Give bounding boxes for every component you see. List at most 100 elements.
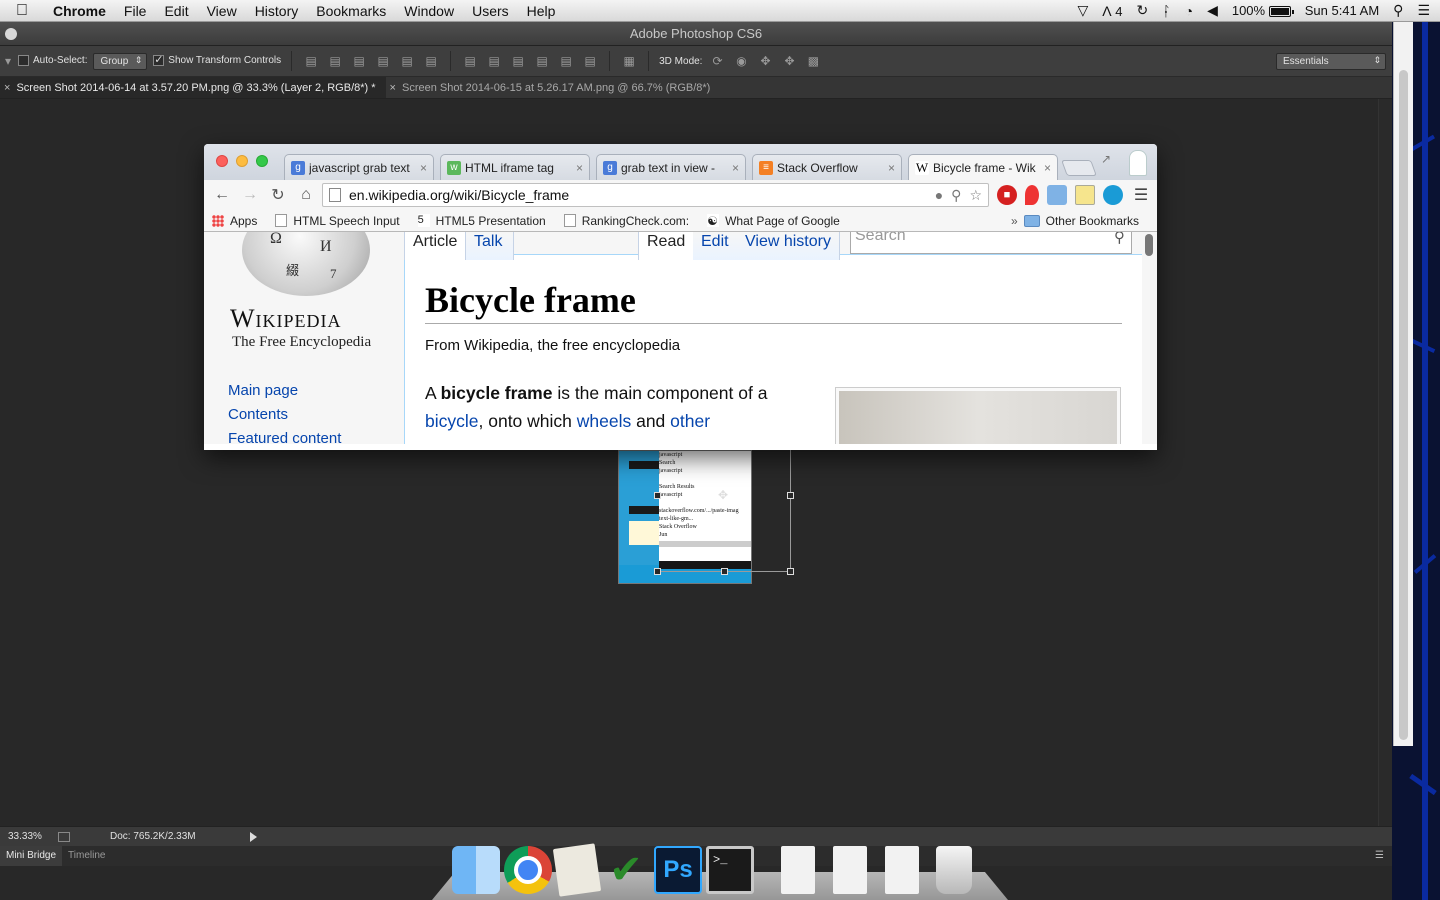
other-bookmarks[interactable]: Other Bookmarks xyxy=(1023,214,1139,228)
zoom-window-button[interactable] xyxy=(256,155,268,167)
adblock-icon[interactable]: ■ xyxy=(997,185,1017,205)
bookmark-item[interactable]: ☯ What Page of Google xyxy=(707,214,840,228)
distribute-hcenter-icon[interactable]: ▤ xyxy=(557,53,575,69)
document-stack-icon[interactable] xyxy=(781,846,815,894)
wiki-search-input[interactable]: Search ⚲ xyxy=(850,232,1132,254)
background-window-scrollbar[interactable] xyxy=(1393,22,1413,746)
proof-icon[interactable] xyxy=(58,831,70,842)
menu-app-name[interactable]: Chrome xyxy=(44,0,115,22)
bookmark-apps[interactable]: Apps xyxy=(212,214,257,228)
menu-help[interactable]: Help xyxy=(518,0,565,22)
close-window-button[interactable] xyxy=(216,155,228,167)
forward-icon[interactable]: → xyxy=(238,186,262,204)
task-checkmark-icon[interactable]: ✔ xyxy=(602,846,650,894)
wikipedia-globe-logo[interactable]: Ω И 綴 7 xyxy=(242,232,370,296)
align-bottom-icon[interactable]: ▤ xyxy=(350,53,368,69)
browser-tab-active[interactable]: W Bicycle frame - Wik × xyxy=(908,154,1058,180)
fullscreen-icon[interactable]: ↗ xyxy=(1101,152,1111,166)
tool-preset-icon[interactable]: ▾ xyxy=(4,53,12,69)
close-tab-icon[interactable]: × xyxy=(576,161,583,175)
browser-tab[interactable]: g javascript grab text × xyxy=(284,154,434,180)
finder-icon[interactable] xyxy=(452,846,500,894)
time-machine-icon[interactable]: ↻ xyxy=(1136,2,1148,19)
address-bar[interactable]: en.wikipedia.org/wiki/Bicycle_frame ● ⚲ … xyxy=(322,183,989,207)
search-icon[interactable]: ⚲ xyxy=(1114,232,1125,245)
page-scrollbar-thumb[interactable] xyxy=(1145,234,1153,256)
adobe-updates[interactable]: Λ 4 xyxy=(1102,3,1122,19)
nav-main-page[interactable]: Main page xyxy=(228,382,298,399)
document-image[interactable]: javascript Search javascript Search Resu… xyxy=(618,450,752,584)
tab-read[interactable]: Read xyxy=(638,232,695,260)
tab-mini-bridge[interactable]: Mini Bridge xyxy=(0,846,63,866)
extension-pin-icon[interactable] xyxy=(1025,185,1039,205)
clock[interactable]: Sun 5:41 AM xyxy=(1305,3,1379,18)
menu-bookmarks[interactable]: Bookmarks xyxy=(307,0,395,22)
zoom-icon[interactable]: ⚲ xyxy=(951,187,961,204)
nav-featured-content[interactable]: Featured content xyxy=(228,430,341,444)
wifi-icon[interactable]: ◔ xyxy=(1185,3,1193,19)
terminal-icon[interactable]: >_ xyxy=(706,846,754,894)
close-tab-icon[interactable]: × xyxy=(732,161,739,175)
apple-icon[interactable]:  xyxy=(0,2,44,20)
3d-rotate-icon[interactable]: ⟳ xyxy=(708,53,726,69)
link-wheels[interactable]: wheels xyxy=(577,411,631,431)
tab-talk[interactable]: Talk xyxy=(466,232,514,260)
chrome-icon[interactable] xyxy=(504,846,552,894)
browser-tab[interactable]: ≡ Stack Overflow × xyxy=(752,154,902,180)
zoom-level[interactable]: 33.33% xyxy=(0,831,52,842)
window-close-button[interactable] xyxy=(5,28,17,40)
notification-bell-icon[interactable]: ▽ xyxy=(1077,2,1088,19)
close-tab-icon[interactable]: × xyxy=(390,77,396,98)
bookmark-item[interactable]: HTML Speech Input xyxy=(275,214,400,228)
bookmark-star-icon[interactable]: ☆ xyxy=(969,187,982,204)
close-tab-icon[interactable]: × xyxy=(420,161,427,175)
distribute-vcenter-icon[interactable]: ▤ xyxy=(485,53,503,69)
transform-handle[interactable] xyxy=(787,568,794,575)
menu-file[interactable]: File xyxy=(115,0,156,22)
align-left-icon[interactable]: ▤ xyxy=(374,53,392,69)
menu-edit[interactable]: Edit xyxy=(155,0,197,22)
bookmark-item[interactable]: RankingCheck.com: xyxy=(563,214,689,228)
tab-view-history[interactable]: View history xyxy=(737,232,840,260)
distribute-top-icon[interactable]: ▤ xyxy=(461,53,479,69)
reload-icon[interactable]: ↻ xyxy=(266,185,290,205)
menu-window[interactable]: Window xyxy=(395,0,463,22)
minimize-window-button[interactable] xyxy=(236,155,248,167)
3d-slide-icon[interactable]: ✥ xyxy=(780,53,798,69)
new-tab-button[interactable] xyxy=(1061,160,1097,176)
doc-tab-active[interactable]: × Screen Shot 2014-06-14 at 3.57.20 PM.p… xyxy=(0,77,386,98)
preview-icon[interactable] xyxy=(552,843,602,897)
auto-align-icon[interactable]: ▦ xyxy=(620,53,638,69)
menu-view[interactable]: View xyxy=(198,0,246,22)
nav-contents[interactable]: Contents xyxy=(228,406,288,423)
trash-icon[interactable] xyxy=(936,846,972,894)
lightbulb-icon[interactable]: ● xyxy=(935,187,943,203)
bluetooth-icon[interactable]: ᛛ xyxy=(1162,3,1170,19)
article-thumbnail[interactable] xyxy=(835,387,1121,444)
extension-globe-icon[interactable] xyxy=(1103,185,1123,205)
battery-status[interactable]: 100% xyxy=(1232,3,1294,18)
scrollbar-thumb[interactable] xyxy=(1399,70,1408,740)
chrome-menu-icon[interactable]: ☰ xyxy=(1131,185,1151,205)
close-tab-icon[interactable]: × xyxy=(4,77,10,98)
bookmark-item[interactable]: 5 HTML5 Presentation xyxy=(417,214,546,228)
3d-scale-icon[interactable]: ▩ xyxy=(804,53,822,69)
document-stack-icon[interactable] xyxy=(833,846,867,894)
wikipedia-wordmark[interactable]: Wikipedia xyxy=(230,304,342,334)
distribute-left-icon[interactable]: ▤ xyxy=(533,53,551,69)
align-hcenter-icon[interactable]: ▤ xyxy=(398,53,416,69)
close-tab-icon[interactable]: × xyxy=(1044,161,1051,175)
home-icon[interactable]: ⌂ xyxy=(294,186,318,204)
link-other[interactable]: other xyxy=(670,411,710,431)
panel-menu-icon[interactable]: ☰ xyxy=(1375,846,1384,866)
align-top-icon[interactable]: ▤ xyxy=(302,53,320,69)
3d-pan-icon[interactable]: ✥ xyxy=(756,53,774,69)
align-right-icon[interactable]: ▤ xyxy=(422,53,440,69)
menu-history[interactable]: History xyxy=(246,0,308,22)
transform-handle[interactable] xyxy=(721,568,728,575)
show-transform-checkbox[interactable]: Show Transform Controls xyxy=(153,53,281,67)
distribute-bottom-icon[interactable]: ▤ xyxy=(509,53,527,69)
tab-timeline[interactable]: Timeline xyxy=(62,846,111,866)
transform-handle[interactable] xyxy=(654,568,661,575)
doc-tab[interactable]: × Screen Shot 2014-06-15 at 5.26.17 AM.p… xyxy=(386,77,721,98)
